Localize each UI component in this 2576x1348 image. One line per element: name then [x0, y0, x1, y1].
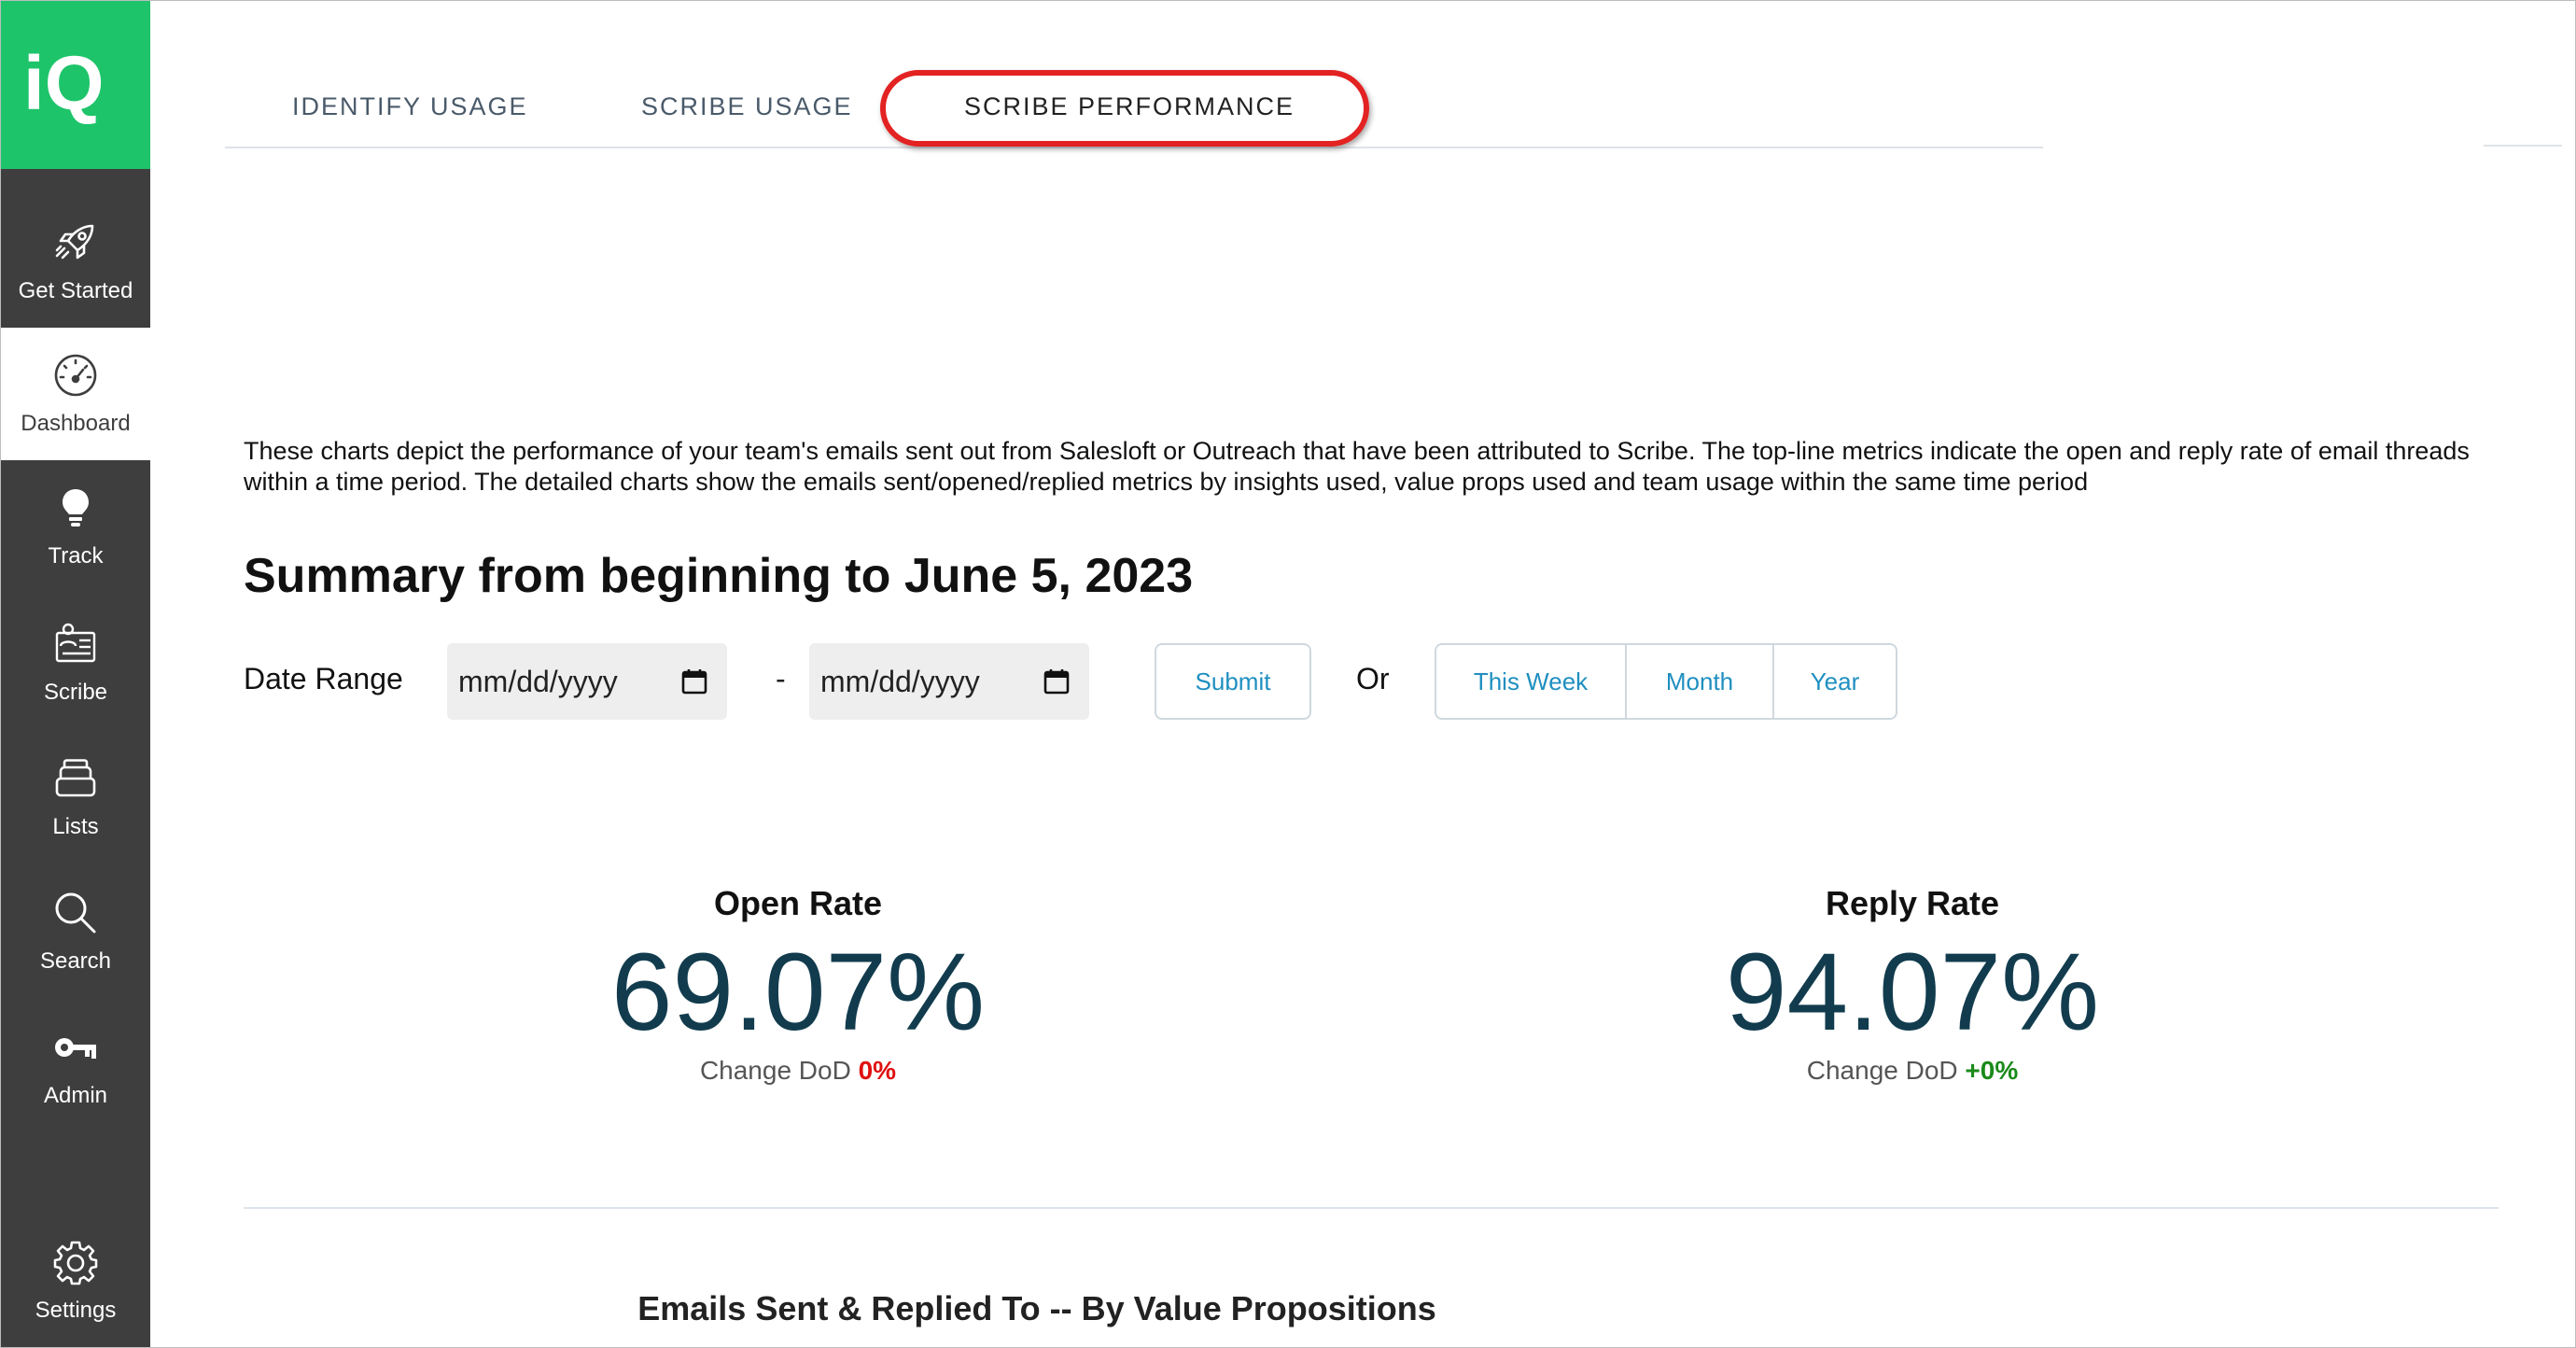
stack-icon — [51, 754, 100, 803]
sidebar-item-label: Search — [39, 948, 112, 974]
scribe-icon — [51, 620, 100, 668]
calendar-icon[interactable] — [680, 667, 708, 695]
lightbulb-icon — [51, 484, 100, 532]
this-week-button[interactable]: This Week — [1436, 645, 1625, 718]
sidebar-item-label: Settings — [35, 1298, 117, 1323]
or-label: Or — [1356, 662, 1390, 695]
svg-text:iQ: iQ — [23, 42, 105, 126]
page-description: These charts depict the performance of y… — [244, 437, 2470, 496]
summary-title: Summary from beginning to June 5, 2023 — [244, 549, 1194, 603]
sidebar-item-lists[interactable]: Lists — [1, 731, 150, 864]
iq-logo[interactable]: iQ — [1, 1, 150, 169]
reply-rate-change-value: +0% — [1965, 1056, 2019, 1085]
sidebar-item-settings[interactable]: Settings — [1, 1215, 150, 1347]
tab-scribe-performance[interactable]: SCRIBE PERFORMANCE — [964, 92, 1295, 121]
sidebar-item-label: Get Started — [18, 278, 133, 303]
quick-range-button-group: This Week Month Year — [1435, 643, 1897, 720]
month-button[interactable]: Month — [1625, 645, 1772, 718]
sidebar-item-label: Scribe — [43, 680, 108, 705]
sidebar-item-label: Dashboard — [21, 411, 131, 436]
open-rate-title: Open Rate — [713, 884, 883, 922]
sidebar-item-get-started[interactable]: Get Started — [1, 195, 150, 328]
sidebar-item-scribe[interactable]: Scribe — [1, 597, 150, 729]
sidebar-item-label: Track — [48, 543, 104, 569]
value-propositions-chart-title: Emails Sent & Replied To -- By Value Pro… — [637, 1289, 1436, 1327]
dashboard-gauge-icon — [51, 351, 100, 400]
app-window: iQ Get Started Dashboard Track Scribe Li… — [0, 0, 2576, 1348]
open-rate-change: Change DoD 0% — [425, 1056, 1171, 1086]
tab-scribe-usage[interactable]: SCRIBE USAGE — [641, 92, 853, 121]
open-rate-value: 69.07% — [610, 931, 986, 1054]
reply-rate-value: 94.07% — [1725, 931, 2100, 1054]
open-rate-change-label: Change DoD — [699, 1056, 851, 1085]
end-date-input[interactable]: mm/dd/yyyy — [809, 643, 1089, 720]
iq-logo-icon: iQ — [23, 42, 105, 126]
gear-icon — [51, 1238, 100, 1286]
sidebar-item-admin[interactable]: Admin — [1, 1000, 150, 1132]
start-date-input[interactable]: mm/dd/yyyy — [447, 643, 727, 720]
reply-rate-change: Change DoD +0% — [1539, 1056, 2286, 1086]
sidebar-item-track[interactable]: Track — [1, 460, 150, 593]
open-rate-metric: Open Rate 69.07% Change DoD 0% — [425, 884, 1171, 1086]
sidebar-item-dashboard[interactable]: Dashboard — [1, 328, 150, 460]
sidebar-item-label: Admin — [43, 1083, 108, 1108]
tab-identify-usage[interactable]: IDENTIFY USAGE — [292, 92, 528, 121]
sidebar-item-search[interactable]: Search — [1, 865, 150, 998]
search-icon — [51, 889, 100, 937]
reply-rate-change-label: Change DoD — [1806, 1056, 1958, 1085]
tab-bar-divider — [2484, 145, 2562, 147]
start-date-placeholder: mm/dd/yyyy — [458, 664, 618, 698]
submit-button[interactable]: Submit — [1155, 643, 1311, 720]
tab-bar: IDENTIFY USAGE SCRIBE USAGE SCRIBE PERFO… — [225, 57, 2043, 148]
open-rate-change-value: 0% — [858, 1056, 897, 1085]
year-button[interactable]: Year — [1772, 645, 1896, 718]
reply-rate-metric: Reply Rate 94.07% Change DoD +0% — [1539, 884, 2286, 1086]
date-range-separator: - — [776, 662, 786, 695]
sidebar: iQ Get Started Dashboard Track Scribe Li… — [1, 1, 150, 1347]
date-range-label: Date Range — [244, 662, 403, 695]
sidebar-item-label: Lists — [52, 814, 99, 839]
end-date-placeholder: mm/dd/yyyy — [820, 664, 980, 698]
calendar-icon[interactable] — [1043, 667, 1071, 695]
reply-rate-title: Reply Rate — [1825, 884, 2000, 922]
key-icon — [51, 1023, 100, 1072]
rocket-icon — [51, 218, 100, 267]
section-divider — [244, 1207, 2499, 1209]
